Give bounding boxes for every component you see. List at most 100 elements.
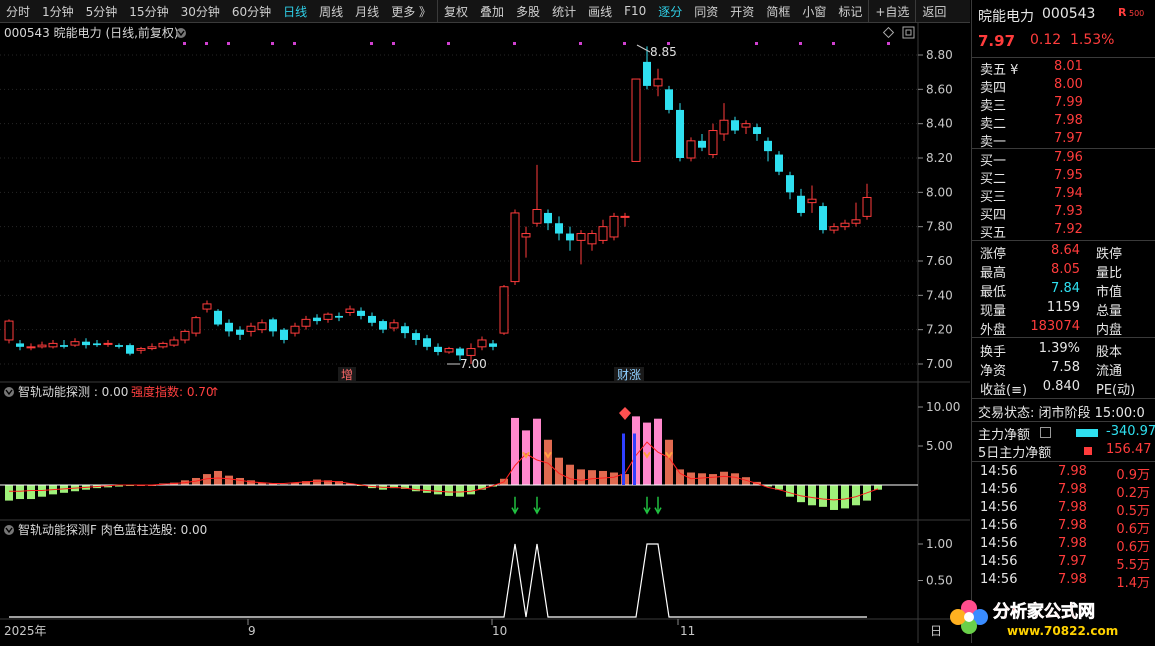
collapse-icon[interactable] (4, 387, 14, 397)
candle[interactable] (214, 309, 222, 327)
candle[interactable] (544, 209, 552, 231)
candle[interactable] (698, 133, 706, 152)
candle[interactable] (653, 68, 663, 97)
candle[interactable] (345, 305, 355, 316)
candle[interactable] (202, 300, 212, 313)
candle[interactable] (786, 171, 794, 200)
candle[interactable] (764, 137, 772, 162)
list-icon[interactable] (1040, 427, 1051, 438)
candle[interactable] (676, 103, 684, 162)
candle[interactable] (16, 339, 24, 351)
candle[interactable] (313, 314, 321, 325)
candle[interactable] (147, 343, 157, 351)
candle[interactable] (191, 315, 201, 337)
candle[interactable] (566, 226, 574, 251)
chart-area[interactable]: 000543 晥能电力 (日线,前复权) 8.80 8.60 8.40 8.20 8.0… (0, 23, 970, 643)
toolbar-item-6[interactable]: 日线 (277, 3, 313, 20)
candle[interactable] (4, 319, 14, 344)
candle[interactable] (708, 123, 718, 158)
toolbar-item-11[interactable]: 叠加 (474, 3, 510, 20)
candle[interactable] (225, 319, 233, 337)
candle[interactable] (499, 285, 509, 335)
candle[interactable] (280, 327, 288, 344)
collapse-icon[interactable] (4, 525, 14, 535)
toolbar-item-18[interactable]: 开资 (724, 3, 760, 20)
candle[interactable] (620, 212, 630, 227)
main-flow-row[interactable]: 主力净额 -340.97 (972, 424, 1155, 443)
candle[interactable] (368, 312, 376, 327)
toolbar-item-0[interactable]: 分时 (0, 3, 36, 20)
candle[interactable] (576, 230, 586, 265)
candle[interactable] (401, 322, 409, 339)
candle[interactable] (510, 209, 520, 286)
toolbar-item-14[interactable]: 画线 (582, 3, 618, 20)
toolbar-item-4[interactable]: 30分钟 (175, 3, 226, 20)
candle[interactable] (686, 137, 696, 162)
candle[interactable] (731, 116, 739, 134)
toolbar-item-5[interactable]: 60分钟 (226, 3, 277, 20)
candle[interactable] (555, 216, 563, 241)
candle[interactable] (103, 339, 113, 347)
candle[interactable] (180, 329, 190, 344)
toolbar-item-2[interactable]: 5分钟 (80, 3, 124, 20)
candle[interactable] (423, 334, 431, 351)
candle[interactable] (290, 322, 300, 337)
candle[interactable] (434, 343, 442, 356)
window-icon[interactable] (902, 26, 915, 39)
toolbar-item-8[interactable]: 月线 (349, 3, 385, 20)
candle[interactable] (719, 103, 729, 141)
collapse-icon[interactable] (176, 28, 186, 38)
diamond-icon[interactable] (882, 26, 895, 39)
candle[interactable] (829, 223, 839, 234)
candle[interactable] (301, 315, 311, 330)
candle[interactable] (807, 185, 817, 213)
candle[interactable] (753, 123, 761, 141)
candle[interactable] (269, 317, 277, 337)
toolbar-item-22[interactable]: +自选 (869, 3, 915, 20)
candle[interactable] (169, 336, 179, 347)
candle[interactable] (412, 329, 420, 346)
candle[interactable] (246, 322, 256, 337)
candle[interactable] (37, 341, 47, 349)
toolbar-item-7[interactable]: 周线 (313, 3, 349, 20)
toolbar-item-23[interactable]: 返回 (916, 3, 952, 20)
candle[interactable] (236, 326, 244, 340)
candle[interactable] (598, 219, 608, 244)
candle[interactable] (257, 319, 267, 334)
candle[interactable] (82, 338, 90, 349)
candle[interactable] (379, 319, 387, 334)
candle[interactable] (323, 312, 333, 323)
candle[interactable] (851, 202, 861, 227)
candle[interactable] (60, 339, 68, 349)
candle[interactable] (26, 343, 36, 351)
toolbar-item-1[interactable]: 1分钟 (36, 3, 80, 20)
candle[interactable] (136, 346, 146, 354)
candle[interactable] (532, 164, 542, 227)
candle[interactable] (70, 338, 80, 347)
candle[interactable] (477, 336, 487, 351)
candle[interactable] (357, 307, 365, 320)
candle[interactable] (521, 226, 531, 258)
toolbar-item-17[interactable]: 同资 (688, 3, 724, 20)
toolbar-item-16[interactable]: 逐分 (652, 3, 688, 20)
candle[interactable] (587, 230, 597, 251)
candle[interactable] (115, 343, 123, 349)
candle[interactable] (840, 219, 850, 231)
candle[interactable] (489, 339, 497, 351)
toolbar-item-21[interactable]: 标记 (832, 3, 868, 20)
candle[interactable] (444, 346, 454, 354)
candle[interactable] (665, 85, 673, 114)
candle[interactable] (48, 339, 58, 349)
toolbar-item-20[interactable]: 小窗 (796, 3, 832, 20)
candle[interactable] (335, 312, 343, 322)
candle[interactable] (797, 188, 805, 217)
candle[interactable] (741, 120, 751, 134)
chart-svg[interactable]: 000543 晥能电力 (日线,前复权) 8.80 8.60 8.40 8.20 8.0… (0, 23, 970, 643)
toolbar-item-15[interactable]: F10 (618, 4, 652, 18)
candle[interactable] (631, 78, 641, 162)
toolbar-item-19[interactable]: 简框 (760, 3, 796, 20)
toolbar-item-10[interactable]: 复权 (438, 3, 474, 20)
candle[interactable] (93, 339, 101, 347)
toolbar-item-9[interactable]: 更多 》 (385, 3, 437, 20)
candle[interactable] (158, 341, 168, 349)
